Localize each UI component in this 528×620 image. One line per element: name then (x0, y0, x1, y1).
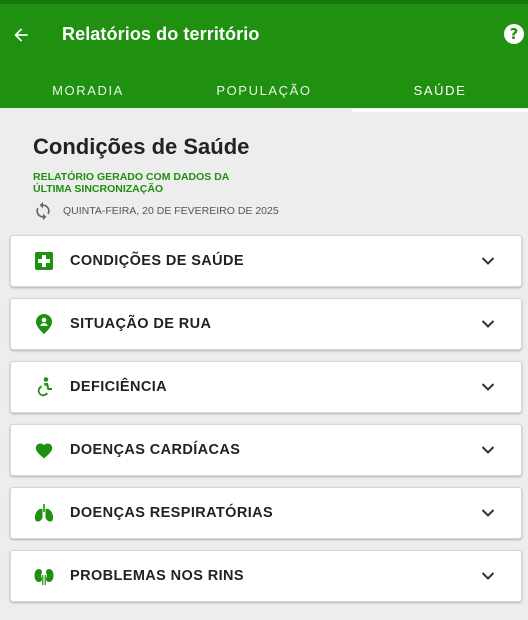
section-list: CONDIÇÕES DE SAÚDE SITUAÇÃO DE RUA DEFIC… (10, 235, 522, 613)
arrow-left-icon (14, 28, 28, 42)
tab-populacao[interactable]: POPULAÇÃO (176, 70, 352, 108)
heart-icon (34, 440, 54, 460)
chevron-down-icon[interactable] (479, 378, 497, 396)
sync-row: QUINTA-FEIRA, 20 DE FEVEREIRO DE 2025 (33, 201, 279, 221)
section-label: SITUAÇÃO DE RUA (70, 316, 212, 332)
accessibility-icon (34, 377, 54, 397)
section-label: CONDIÇÕES DE SAÚDE (70, 253, 244, 269)
section-label: DOENÇAS CARDÍACAS (70, 442, 241, 458)
section-doencas-cardiacas[interactable]: DOENÇAS CARDÍACAS (10, 424, 522, 476)
app-bar: Relatórios do território ? MORADIA POPUL… (0, 0, 528, 112)
section-doencas-respiratorias[interactable]: DOENÇAS RESPIRATÓRIAS (10, 487, 522, 539)
section-condicoes-de-saude[interactable]: CONDIÇÕES DE SAÚDE (10, 235, 522, 287)
section-label: DEFICIÊNCIA (70, 379, 168, 395)
kidneys-icon (34, 566, 54, 586)
chevron-down-icon[interactable] (479, 441, 497, 459)
medical-cross-icon (34, 251, 54, 271)
report-date: QUINTA-FEIRA, 20 DE FEVEREIRO DE 2025 (63, 205, 279, 217)
tab-bar: MORADIA POPULAÇÃO SAÚDE (0, 70, 528, 112)
chevron-down-icon[interactable] (479, 252, 497, 270)
lungs-icon (34, 503, 54, 523)
report-heading: Condições de Saúde (33, 134, 250, 159)
section-label: PROBLEMAS NOS RINS (70, 568, 244, 584)
chevron-down-icon[interactable] (479, 567, 497, 585)
section-deficiencia[interactable]: DEFICIÊNCIA (10, 361, 522, 413)
page-title: Relatórios do território (62, 24, 260, 44)
chevron-down-icon[interactable] (479, 315, 497, 333)
report-subtitle: RELATÓRIO GERADO COM DADOS DA ÚLTIMA SIN… (33, 171, 229, 195)
section-label: DOENÇAS RESPIRATÓRIAS (70, 505, 274, 521)
section-situacao-de-rua[interactable]: SITUAÇÃO DE RUA (10, 298, 522, 350)
sync-icon (36, 201, 50, 221)
chevron-down-icon[interactable] (479, 504, 497, 522)
help-button[interactable]: ? (504, 24, 524, 44)
section-problemas-nos-rins[interactable]: PROBLEMAS NOS RINS (10, 550, 522, 602)
back-button[interactable] (9, 23, 33, 47)
help-circle-icon: ? (509, 25, 519, 43)
location-person-icon (34, 314, 54, 334)
tab-moradia[interactable]: MORADIA (0, 70, 176, 108)
tab-saude[interactable]: SAÚDE (352, 70, 528, 112)
